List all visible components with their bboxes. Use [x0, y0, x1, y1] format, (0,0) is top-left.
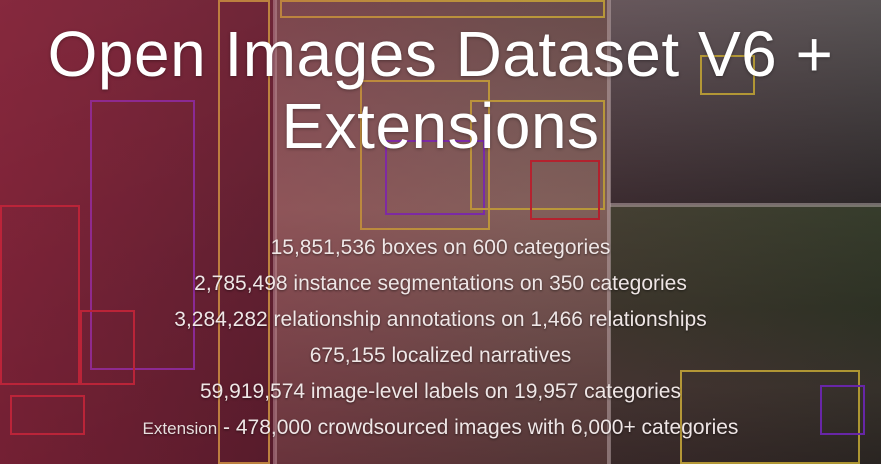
extension-label: Extension [142, 419, 218, 438]
page-title: Open Images Dataset V6 + Extensions [0, 18, 881, 162]
stat-segmentations: 2,785,498 instance segmentations on 350 … [194, 272, 687, 295]
title-line-2: Extensions [281, 90, 600, 162]
stat-narratives: 675,155 localized narratives [309, 344, 572, 367]
hero-content: Open Images Dataset V6 + Extensions 15,8… [0, 0, 881, 464]
stat-relationships: 3,284,282 relationship annotations on 1,… [174, 308, 707, 331]
stat-image-labels: 59,919,574 image-level labels on 19,957 … [199, 380, 681, 403]
stat-extension: Extension - 478,000 crowdsourced images … [0, 410, 881, 447]
hero-banner: Open Images Dataset V6 + Extensions 15,8… [0, 0, 881, 464]
extension-text: - 478,000 crowdsourced images with 6,000… [217, 416, 739, 439]
stat-boxes: 15,851,536 boxes on 600 categories [270, 236, 611, 259]
title-line-1: Open Images Dataset V6 + [47, 18, 834, 90]
stats-list: 15,851,536 boxes on 600 categories 2,785… [0, 230, 881, 447]
